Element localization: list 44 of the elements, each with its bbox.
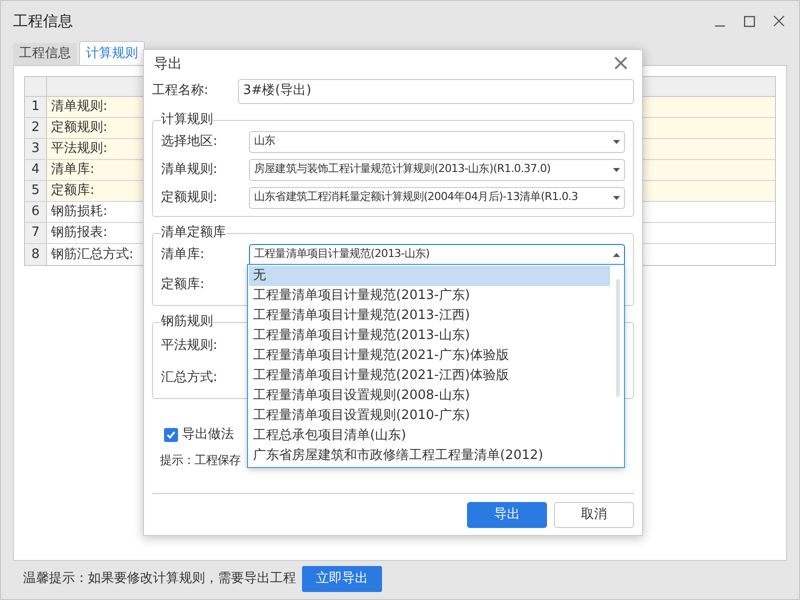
close-button[interactable]: ×: [612, 53, 630, 75]
caret-icon: [613, 168, 620, 172]
select-field[interactable]: 山东: [249, 130, 625, 152]
caret-icon: [613, 252, 620, 256]
dialog-title: 导出: [154, 54, 182, 74]
tab[interactable]: 工程信息: [13, 43, 77, 65]
field-label: 清单库:: [161, 246, 206, 264]
row-number: 7: [25, 223, 47, 243]
cancel-button[interactable]: 取消: [554, 502, 634, 528]
dropdown-option[interactable]: 工程量清单项目计量规范(2013-江西): [249, 306, 610, 326]
field-label: 平法规则:: [161, 336, 218, 355]
checkbox[interactable]: [164, 428, 178, 442]
dropdown-option[interactable]: 工程量清单项目计量规范(2021-江西)体验版: [249, 366, 610, 386]
caret-icon: [613, 196, 620, 200]
field-label: 清单规则:: [161, 160, 218, 179]
row-number: 8: [25, 244, 47, 265]
close-icon[interactable]: [773, 15, 785, 27]
dropdown-option[interactable]: 工程量清单项目设置规则(2008-山东): [249, 386, 610, 406]
maximize-icon[interactable]: [744, 16, 755, 26]
dropdown-option[interactable]: 广东省房屋建筑和市政修缮工程工程量清单(2012): [249, 446, 610, 466]
row-number: 6: [25, 202, 47, 222]
row-number: 4: [25, 160, 47, 180]
select-field[interactable]: 山东省建筑工程消耗量定额计算规则(2004年04月后)-13清单(R1.0.3: [249, 186, 625, 208]
row-number: 5: [25, 181, 47, 201]
tab[interactable]: 计算规则: [79, 41, 145, 65]
name-field[interactable]: 3#楼(导出): [238, 78, 634, 104]
dropdown-option[interactable]: 工程量清单项目设置规则(2010-广东): [249, 406, 610, 426]
row-number: 3: [25, 139, 47, 159]
dropdown-option[interactable]: 工程量清单项目计量规范(2013-广东): [249, 286, 610, 306]
dropdown-option[interactable]: 工程量清单项目计量规范(2013-山东): [249, 326, 610, 346]
select-field[interactable]: 房屋建筑与装饰工程计量规范计算规则(2013-山东)(R1.0.37.0): [249, 158, 625, 180]
dropdown-option[interactable]: 无: [249, 266, 610, 286]
dropdown-option[interactable]: 工程总承包项目清单(山东): [249, 426, 610, 446]
export-button[interactable]: 导出: [467, 502, 547, 528]
export-now-button[interactable]: 立即导出: [302, 566, 382, 592]
checkbox-label: 导出做法: [182, 426, 234, 444]
field-label: 定额库:: [161, 276, 204, 294]
window-title: 工程信息: [13, 10, 73, 32]
field-label: 汇总方式:: [161, 368, 218, 387]
footer-hint: 温馨提示：如果要修改计算规则，需要导出工程: [23, 570, 296, 588]
export-hint: 提示：工程保存: [160, 452, 240, 466]
dropdown-option[interactable]: 工程量清单项目计量规范(2021-广东)体验版: [249, 346, 610, 366]
row-number: 1: [25, 97, 47, 117]
row-number: 2: [25, 118, 47, 138]
